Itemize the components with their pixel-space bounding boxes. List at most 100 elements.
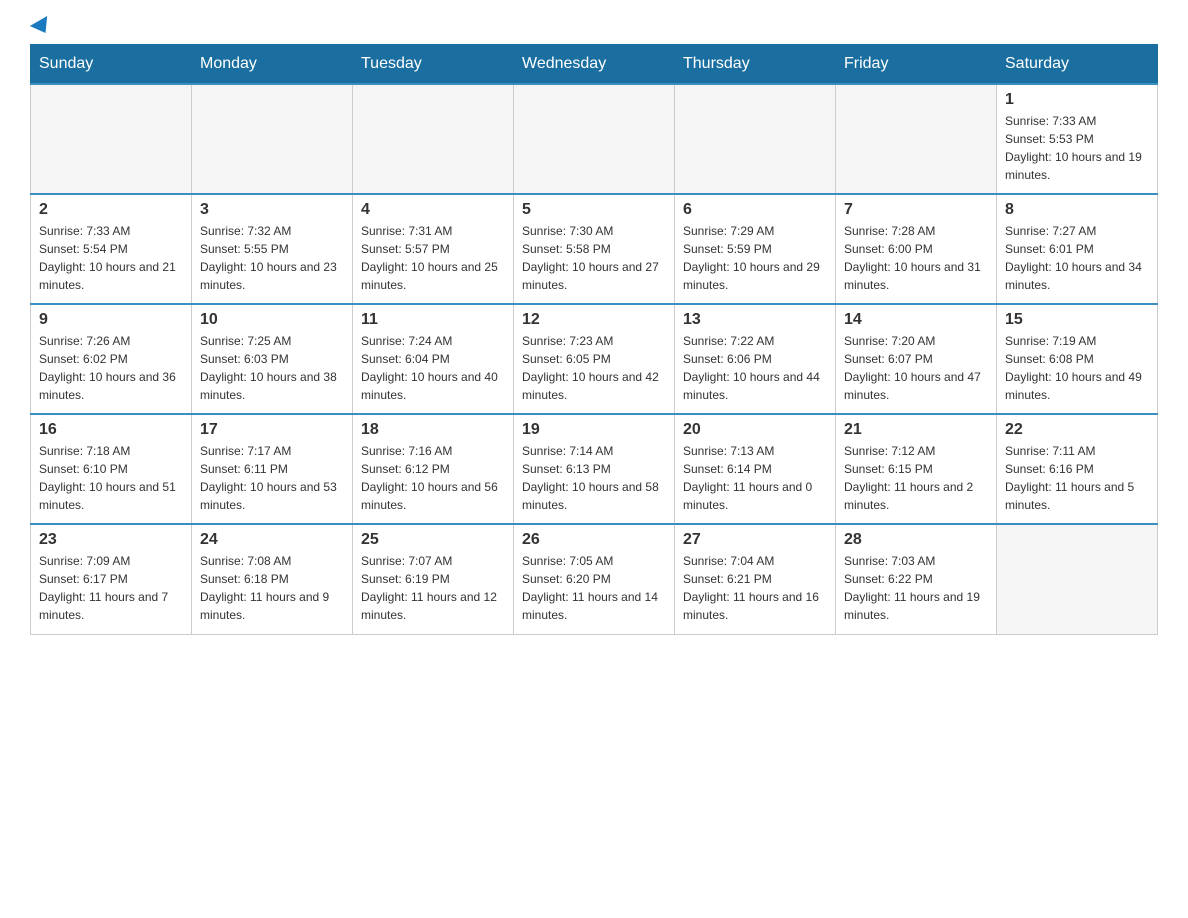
day-info: Sunrise: 7:18 AMSunset: 6:10 PMDaylight:… — [39, 442, 183, 514]
calendar-week-3: 9 Sunrise: 7:26 AMSunset: 6:02 PMDaylight… — [31, 304, 1158, 414]
day-info: Sunrise: 7:13 AMSunset: 6:14 PMDaylight:… — [683, 442, 827, 514]
day-number: 4 — [361, 201, 505, 219]
day-number: 12 — [522, 311, 666, 329]
calendar-week-1: 1 Sunrise: 7:33 AMSunset: 5:53 PMDaylight… — [31, 84, 1158, 194]
day-info: Sunrise: 7:11 AMSunset: 6:16 PMDaylight:… — [1005, 442, 1149, 514]
day-info: Sunrise: 7:30 AMSunset: 5:58 PMDaylight:… — [522, 222, 666, 294]
day-info: Sunrise: 7:04 AMSunset: 6:21 PMDaylight:… — [683, 552, 827, 624]
calendar-cell — [675, 84, 836, 194]
calendar-cell: 19 Sunrise: 7:14 AMSunset: 6:13 PMDayligh… — [514, 414, 675, 524]
calendar-cell — [192, 84, 353, 194]
day-number: 23 — [39, 531, 183, 549]
column-header-wednesday: Wednesday — [514, 45, 675, 85]
day-number: 8 — [1005, 201, 1149, 219]
day-info: Sunrise: 7:07 AMSunset: 6:19 PMDaylight:… — [361, 552, 505, 624]
column-header-sunday: Sunday — [31, 45, 192, 85]
day-number: 21 — [844, 421, 988, 439]
column-header-friday: Friday — [836, 45, 997, 85]
day-number: 16 — [39, 421, 183, 439]
calendar-cell: 28 Sunrise: 7:03 AMSunset: 6:22 PMDayligh… — [836, 524, 997, 634]
day-number: 11 — [361, 311, 505, 329]
logo — [30, 20, 52, 34]
day-number: 17 — [200, 421, 344, 439]
calendar-cell: 3 Sunrise: 7:32 AMSunset: 5:55 PMDaylight… — [192, 194, 353, 304]
calendar-cell: 18 Sunrise: 7:16 AMSunset: 6:12 PMDayligh… — [353, 414, 514, 524]
day-info: Sunrise: 7:19 AMSunset: 6:08 PMDaylight:… — [1005, 332, 1149, 404]
calendar-cell — [353, 84, 514, 194]
calendar-cell: 5 Sunrise: 7:30 AMSunset: 5:58 PMDaylight… — [514, 194, 675, 304]
day-info: Sunrise: 7:28 AMSunset: 6:00 PMDaylight:… — [844, 222, 988, 294]
calendar-cell: 13Sunrise: 7:22 AMSunset: 6:06 PMDayligh… — [675, 304, 836, 414]
calendar-cell — [514, 84, 675, 194]
column-header-monday: Monday — [192, 45, 353, 85]
calendar-week-2: 2Sunrise: 7:33 AMSunset: 5:54 PMDaylight… — [31, 194, 1158, 304]
calendar-cell: 1 Sunrise: 7:33 AMSunset: 5:53 PMDaylight… — [997, 84, 1158, 194]
day-number: 1 — [1005, 91, 1149, 109]
calendar-cell: 23 Sunrise: 7:09 AMSunset: 6:17 PMDayligh… — [31, 524, 192, 634]
calendar-cell: 15 Sunrise: 7:19 AMSunset: 6:08 PMDayligh… — [997, 304, 1158, 414]
day-info: Sunrise: 7:29 AMSunset: 5:59 PMDaylight:… — [683, 222, 827, 294]
calendar-cell: 24Sunrise: 7:08 AMSunset: 6:18 PMDayligh… — [192, 524, 353, 634]
calendar-cell: 12 Sunrise: 7:23 AMSunset: 6:05 PMDayligh… — [514, 304, 675, 414]
calendar-header-row: SundayMondayTuesdayWednesdayThursdayFrid… — [31, 45, 1158, 85]
day-info: Sunrise: 7:17 AMSunset: 6:11 PMDaylight:… — [200, 442, 344, 514]
day-number: 13 — [683, 311, 827, 329]
calendar-cell: 25 Sunrise: 7:07 AMSunset: 6:19 PMDayligh… — [353, 524, 514, 634]
calendar-cell: 17 Sunrise: 7:17 AMSunset: 6:11 PMDayligh… — [192, 414, 353, 524]
column-header-saturday: Saturday — [997, 45, 1158, 85]
calendar-cell: 14 Sunrise: 7:20 AMSunset: 6:07 PMDayligh… — [836, 304, 997, 414]
day-number: 14 — [844, 311, 988, 329]
calendar-cell: 26 Sunrise: 7:05 AMSunset: 6:20 PMDayligh… — [514, 524, 675, 634]
calendar-week-5: 23 Sunrise: 7:09 AMSunset: 6:17 PMDayligh… — [31, 524, 1158, 634]
day-number: 18 — [361, 421, 505, 439]
day-info: Sunrise: 7:14 AMSunset: 6:13 PMDaylight:… — [522, 442, 666, 514]
calendar-cell: 11 Sunrise: 7:24 AMSunset: 6:04 PMDayligh… — [353, 304, 514, 414]
day-info: Sunrise: 7:16 AMSunset: 6:12 PMDaylight:… — [361, 442, 505, 514]
logo-triangle-icon — [30, 16, 54, 38]
calendar-cell — [836, 84, 997, 194]
day-number: 28 — [844, 531, 988, 549]
day-info: Sunrise: 7:33 AMSunset: 5:53 PMDaylight:… — [1005, 112, 1149, 184]
day-number: 7 — [844, 201, 988, 219]
calendar-cell: 7 Sunrise: 7:28 AMSunset: 6:00 PMDaylight… — [836, 194, 997, 304]
day-number: 10 — [200, 311, 344, 329]
day-number: 27 — [683, 531, 827, 549]
calendar-cell: 16 Sunrise: 7:18 AMSunset: 6:10 PMDayligh… — [31, 414, 192, 524]
calendar-cell: 22 Sunrise: 7:11 AMSunset: 6:16 PMDayligh… — [997, 414, 1158, 524]
day-number: 5 — [522, 201, 666, 219]
day-number: 20 — [683, 421, 827, 439]
day-number: 25 — [361, 531, 505, 549]
day-info: Sunrise: 7:03 AMSunset: 6:22 PMDaylight:… — [844, 552, 988, 624]
calendar-cell — [31, 84, 192, 194]
calendar-cell: 20 Sunrise: 7:13 AMSunset: 6:14 PMDayligh… — [675, 414, 836, 524]
column-header-tuesday: Tuesday — [353, 45, 514, 85]
day-number: 9 — [39, 311, 183, 329]
day-info: Sunrise: 7:31 AMSunset: 5:57 PMDaylight:… — [361, 222, 505, 294]
page-header — [30, 20, 1158, 34]
calendar-cell: 6 Sunrise: 7:29 AMSunset: 5:59 PMDaylight… — [675, 194, 836, 304]
day-info: Sunrise: 7:05 AMSunset: 6:20 PMDaylight:… — [522, 552, 666, 624]
day-number: 6 — [683, 201, 827, 219]
calendar-cell — [997, 524, 1158, 634]
day-number: 26 — [522, 531, 666, 549]
day-number: 19 — [522, 421, 666, 439]
day-info: Sunrise: 7:26 AMSunset: 6:02 PMDaylight:… — [39, 332, 183, 404]
day-info: Sunrise: 7:08 AMSunset: 6:18 PMDaylight:… — [200, 552, 344, 624]
day-number: 2 — [39, 201, 183, 219]
calendar-week-4: 16 Sunrise: 7:18 AMSunset: 6:10 PMDayligh… — [31, 414, 1158, 524]
day-info: Sunrise: 7:32 AMSunset: 5:55 PMDaylight:… — [200, 222, 344, 294]
day-info: Sunrise: 7:24 AMSunset: 6:04 PMDaylight:… — [361, 332, 505, 404]
column-header-thursday: Thursday — [675, 45, 836, 85]
calendar-cell: 9 Sunrise: 7:26 AMSunset: 6:02 PMDaylight… — [31, 304, 192, 414]
calendar-cell: 4 Sunrise: 7:31 AMSunset: 5:57 PMDaylight… — [353, 194, 514, 304]
day-info: Sunrise: 7:09 AMSunset: 6:17 PMDaylight:… — [39, 552, 183, 624]
day-info: Sunrise: 7:20 AMSunset: 6:07 PMDaylight:… — [844, 332, 988, 404]
calendar-cell: 2Sunrise: 7:33 AMSunset: 5:54 PMDaylight… — [31, 194, 192, 304]
day-number: 3 — [200, 201, 344, 219]
day-number: 22 — [1005, 421, 1149, 439]
day-info: Sunrise: 7:23 AMSunset: 6:05 PMDaylight:… — [522, 332, 666, 404]
calendar-cell: 21Sunrise: 7:12 AMSunset: 6:15 PMDayligh… — [836, 414, 997, 524]
calendar-table: SundayMondayTuesdayWednesdayThursdayFrid… — [30, 44, 1158, 635]
day-number: 15 — [1005, 311, 1149, 329]
calendar-cell: 10Sunrise: 7:25 AMSunset: 6:03 PMDayligh… — [192, 304, 353, 414]
